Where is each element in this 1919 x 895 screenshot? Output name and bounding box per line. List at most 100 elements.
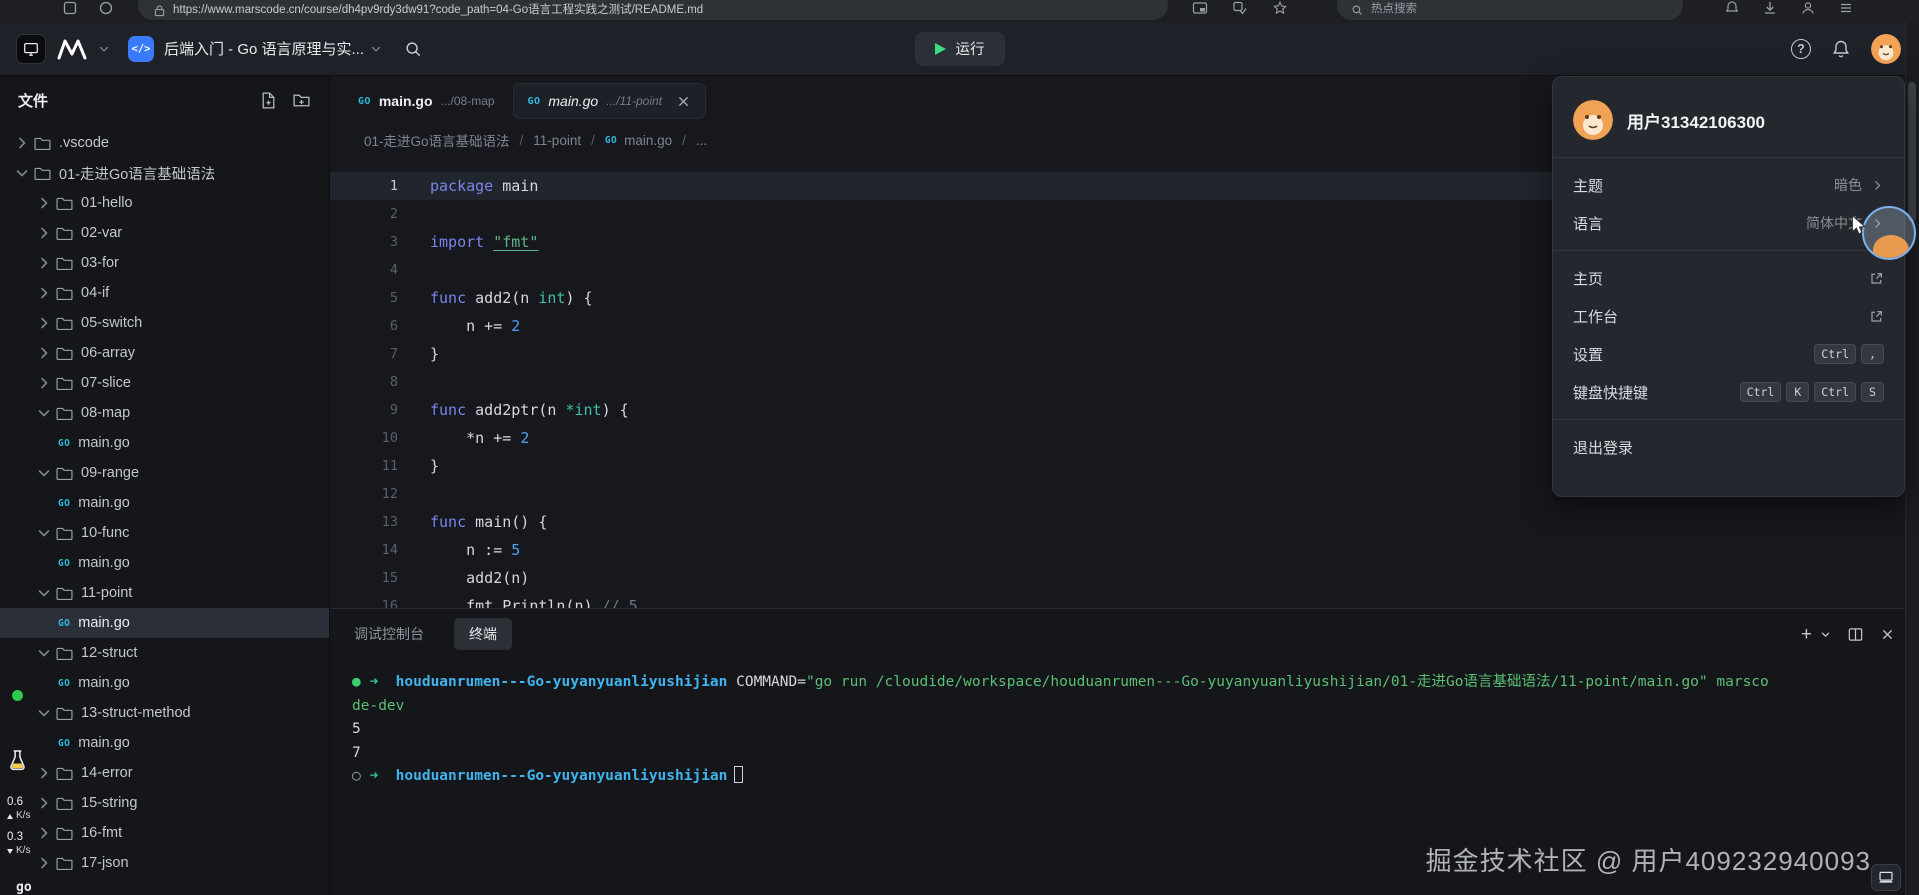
net-down-value: 0.3: [7, 830, 30, 844]
editor-tab-main.go...-11-point[interactable]: GOmain.go.../11-point: [513, 83, 706, 119]
key-chip: Ctrl: [1814, 382, 1856, 402]
tree-file-main.go-10[interactable]: GOmain.go: [0, 428, 329, 458]
code-text: fmt.Println(n) // 5: [398, 597, 638, 608]
menu-item-workspace[interactable]: 工作台: [1553, 297, 1904, 335]
breadcrumb-item-01--Go-[interactable]: 01-走进Go语言基础语法: [364, 130, 510, 150]
tree-folder-16-fmt-23[interactable]: 16-fmt: [0, 818, 329, 848]
notifications-icon[interactable]: [1724, 0, 1740, 16]
line-number: 6: [330, 318, 398, 334]
translate-page-icon[interactable]: [1232, 0, 1248, 16]
tree-item-label: 05-switch: [81, 315, 142, 331]
help-icon[interactable]: ?: [1791, 39, 1811, 59]
menu-item-value: 暗色: [1834, 175, 1862, 195]
folder-icon: [56, 585, 73, 602]
key-chip: Ctrl: [1814, 344, 1856, 364]
go-file-icon: GO: [528, 96, 541, 107]
menu-item-theme[interactable]: 主题暗色: [1553, 166, 1904, 204]
code-line-15[interactable]: 15 add2(n): [330, 564, 1919, 592]
browser-tab-icon[interactable]: [62, 0, 78, 16]
folder-icon: [56, 225, 73, 242]
code-line-14[interactable]: 14 n := 5: [330, 536, 1919, 564]
tree-folder-06-array-7[interactable]: 06-array: [0, 338, 329, 368]
menu-item-label: 设置: [1573, 344, 1809, 365]
scrollbar-thumb[interactable]: [1908, 82, 1916, 222]
code-line-13[interactable]: 13func main() {: [330, 508, 1919, 536]
chevron-down-icon[interactable]: [370, 43, 382, 55]
tree-item-label: 02-var: [81, 225, 122, 241]
tree-folder-05-switch-6[interactable]: 05-switch: [0, 308, 329, 338]
menu-item-keyboard-shortcuts[interactable]: 键盘快捷键CtrlKCtrlS: [1553, 373, 1904, 411]
code-line-16[interactable]: 16 fmt.Println(n) // 5: [330, 592, 1919, 608]
search-icon[interactable]: [404, 40, 422, 58]
tree-folder-17-json-24[interactable]: 17-json: [0, 848, 329, 878]
terminal-output[interactable]: ● ➜ houduanrumen---Go-yuyanyuanliyushiji…: [330, 659, 1919, 789]
tree-folder-10-func-13[interactable]: 10-func: [0, 518, 329, 548]
tree-file-main.go-20[interactable]: GOmain.go: [0, 728, 329, 758]
menu-item-home[interactable]: 主页: [1553, 259, 1904, 297]
tree-file-main.go-16[interactable]: GOmain.go: [0, 608, 329, 638]
file-tree: .vscode 01-走进Go语言基础语法 01-hello 02-var 03-for…: [0, 128, 329, 895]
chevron-right-icon: [36, 195, 52, 211]
page-scrollbar[interactable]: [1905, 22, 1919, 895]
code-text: func main() {: [398, 513, 547, 531]
panel-tab-terminal[interactable]: 终端: [454, 618, 512, 650]
profile-icon[interactable]: [1800, 0, 1816, 16]
chevron-down-icon[interactable]: [1820, 629, 1831, 640]
tree-folder-09-range-11[interactable]: 09-range: [0, 458, 329, 488]
tree-folder-03-for-4[interactable]: 03-for: [0, 248, 329, 278]
tree-folder-07-slice-8[interactable]: 07-slice: [0, 368, 329, 398]
split-panel-icon[interactable]: [1847, 626, 1864, 643]
picture-in-picture-icon[interactable]: [1192, 0, 1208, 16]
screen-share-icon[interactable]: [1871, 864, 1901, 891]
breadcrumb-item-11-point[interactable]: 11-point: [533, 133, 581, 148]
close-panel-icon[interactable]: [1880, 627, 1895, 642]
breadcrumb-item-main.go[interactable]: GOmain.go: [605, 133, 672, 148]
project-title[interactable]: 后端入门 - Go 语言原理与实...: [164, 38, 364, 59]
close-icon[interactable]: [676, 94, 691, 109]
tab-path: .../11-point: [606, 94, 662, 108]
breadcrumb-item-...[interactable]: ...: [696, 133, 707, 148]
tree-folder-.vscode-0[interactable]: .vscode: [0, 128, 329, 158]
notification-bell-icon[interactable]: [1831, 39, 1851, 59]
play-icon: [935, 43, 946, 55]
tree-folder-14-error-21[interactable]: 14-error: [0, 758, 329, 788]
menu-item-logout[interactable]: 退出登录: [1553, 428, 1904, 466]
menu-item-settings[interactable]: 设置Ctrl,: [1553, 335, 1904, 373]
editor-tab-main.go...-08-map[interactable]: GOmain.go.../08-map: [344, 83, 509, 119]
browser-url-bar[interactable]: https://www.marscode.cn/course/dh4pv9rdy…: [138, 0, 1168, 20]
new-file-icon[interactable]: [259, 91, 278, 110]
folder-icon: [56, 285, 73, 302]
new-folder-icon[interactable]: [292, 91, 311, 110]
tree-folder-15-string-22[interactable]: 15-string: [0, 788, 329, 818]
tree-file-main.go-12[interactable]: GOmain.go: [0, 488, 329, 518]
tree-item-label: 17-json: [81, 855, 129, 871]
tree-folder-11-point-15[interactable]: 11-point: [0, 578, 329, 608]
tree-file-main.go-18[interactable]: GOmain.go: [0, 668, 329, 698]
app-window-icon[interactable]: [16, 34, 46, 64]
browser-search[interactable]: 热点搜索: [1337, 0, 1683, 20]
tree-folder-13-struct-method-19[interactable]: 13-struct-method: [0, 698, 329, 728]
folder-icon: [56, 825, 73, 842]
folder-icon: [56, 255, 73, 272]
chevron-down-icon[interactable]: [98, 43, 110, 55]
bookmark-star-icon[interactable]: [1272, 0, 1288, 16]
user-avatar[interactable]: [1871, 34, 1901, 64]
browser-refresh-icon[interactable]: [98, 0, 114, 16]
tree-folder-02-var-3[interactable]: 02-var: [0, 218, 329, 248]
new-terminal-icon[interactable]: +: [1801, 625, 1812, 644]
tree-file-main.go-14[interactable]: GOmain.go: [0, 548, 329, 578]
download-icon[interactable]: [1762, 0, 1778, 16]
tree-folder-01-hello-2[interactable]: 01-hello: [0, 188, 329, 218]
tree-item-label: main.go: [78, 555, 130, 571]
folder-icon: [56, 645, 73, 662]
marscode-logo[interactable]: [56, 38, 92, 60]
panel-tab-debug-console[interactable]: 调试控制台: [354, 624, 424, 644]
tree-folder-12-struct-17[interactable]: 12-struct: [0, 638, 329, 668]
tree-item-label: 10-func: [81, 525, 129, 541]
tree-item-label: 01-走进Go语言基础语法: [59, 163, 215, 184]
tree-folder-04-if-5[interactable]: 04-if: [0, 278, 329, 308]
browser-menu-icon[interactable]: [1838, 0, 1854, 16]
tree-folder-01--Go--1[interactable]: 01-走进Go语言基础语法: [0, 158, 329, 188]
tree-folder-08-map-9[interactable]: 08-map: [0, 398, 329, 428]
run-button[interactable]: 运行: [915, 32, 1005, 66]
